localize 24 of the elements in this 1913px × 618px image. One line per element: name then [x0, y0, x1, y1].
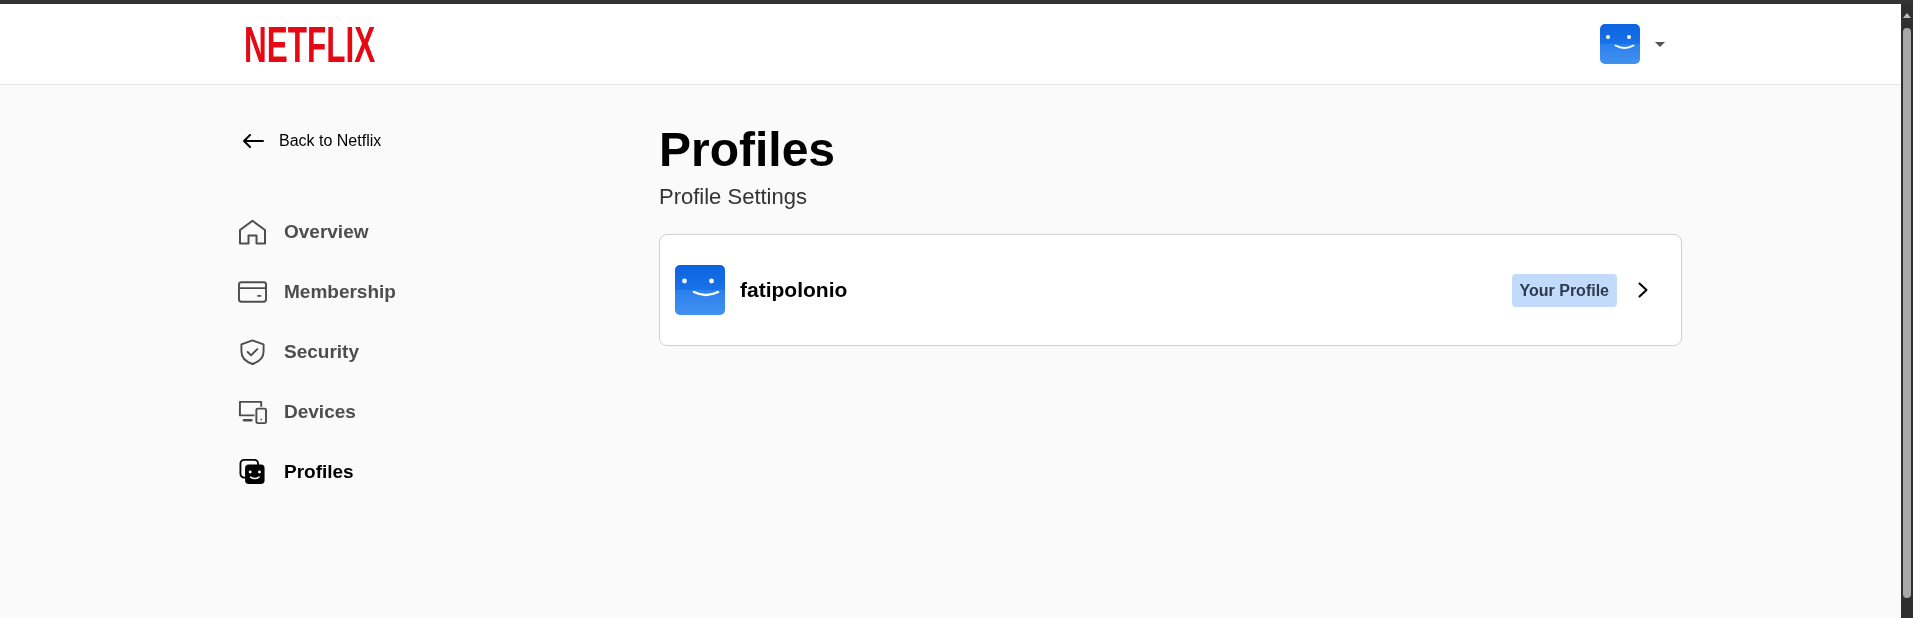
devices-icon: [238, 399, 267, 425]
home-icon: [238, 219, 267, 245]
sidebar-item[interactable]: Overview: [238, 202, 369, 262]
avatar-icon: [675, 265, 725, 315]
profile-name: fatipolonio: [740, 278, 849, 302]
credit-card-icon: [238, 279, 267, 305]
avatar-icon[interactable]: [1600, 24, 1640, 64]
back-link[interactable]: Back to Netflix: [238, 131, 382, 151]
sidebar-item[interactable]: Security: [238, 322, 359, 382]
profiles-icon: [238, 459, 267, 485]
sidebar-item[interactable]: Devices: [238, 382, 356, 442]
scroll-up-arrow-icon[interactable]: [1903, 13, 1911, 18]
caret-icon[interactable]: [1655, 41, 1665, 47]
shield-check-icon: [238, 339, 267, 365]
scrollbar-thumb[interactable]: [1903, 28, 1911, 598]
sidebar-item[interactable]: Profiles: [238, 442, 354, 502]
profile-status-badge: Your Profile: [1511, 273, 1617, 307]
page-subtitle: Profile Settings: [659, 184, 808, 210]
sidebar-item[interactable]: Membership: [238, 262, 396, 322]
chevron-right-icon: [1638, 282, 1648, 298]
logo[interactable]: NETFLIX: [244, 20, 376, 70]
page-title: Profiles: [659, 126, 837, 174]
profile-card[interactable]: fatipolonio Your Profile: [659, 234, 1682, 346]
arrow-left-icon: [242, 134, 264, 148]
